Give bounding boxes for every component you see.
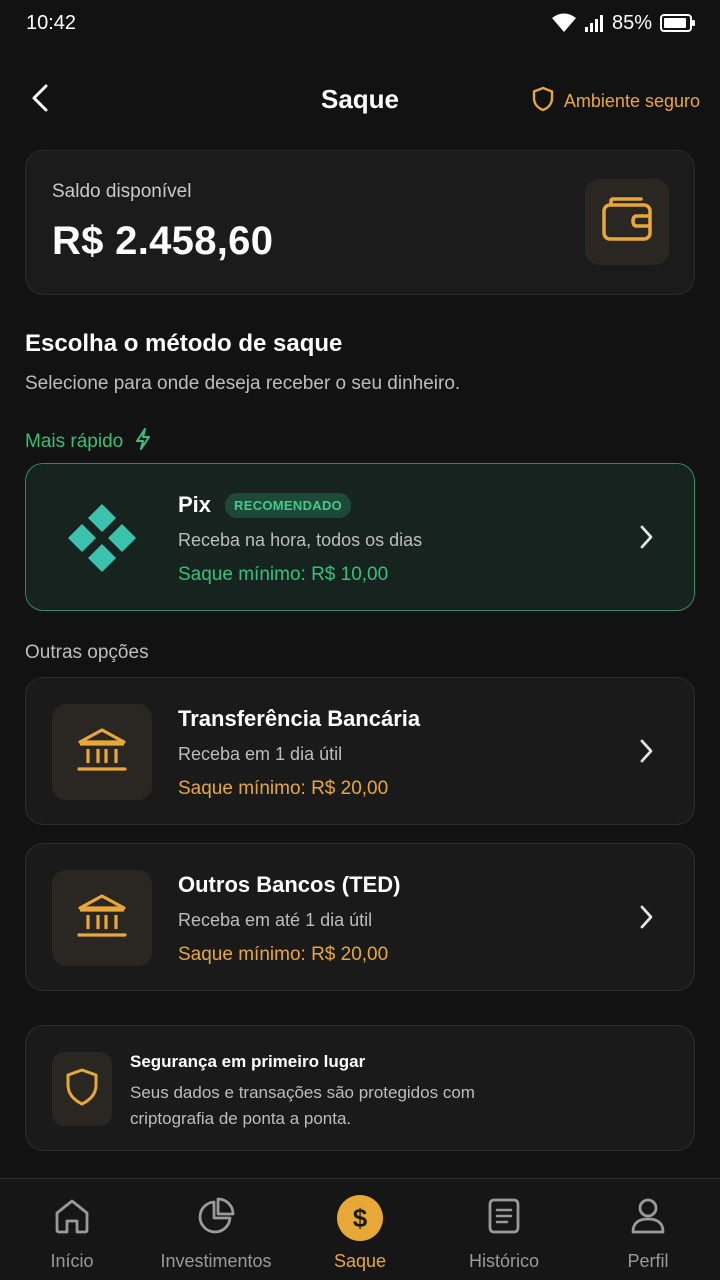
battery-icon bbox=[660, 13, 696, 33]
header: Saque Ambiente seguro bbox=[0, 70, 720, 130]
bank-transfer-minimum: Saque mínimo: R$ 20,00 bbox=[178, 778, 389, 799]
home-icon bbox=[53, 1197, 91, 1240]
nav-item-inicio[interactable]: Início bbox=[0, 1195, 144, 1272]
wifi-icon bbox=[551, 13, 576, 33]
nav-item-historico[interactable]: Histórico bbox=[432, 1195, 576, 1272]
chevron-right-icon bbox=[638, 904, 654, 935]
lightning-icon bbox=[135, 428, 151, 456]
balance-card: Saldo disponível R$ 2.458,60 bbox=[25, 150, 695, 295]
secure-environment: Ambiente seguro bbox=[532, 86, 700, 117]
status-time: 10:42 bbox=[26, 11, 77, 34]
nav-label: Saque bbox=[333, 1251, 387, 1271]
nav-label: Início bbox=[50, 1251, 94, 1271]
bank-transfer-title: Transferência Bancária bbox=[178, 706, 421, 731]
balance-label: Saldo disponível bbox=[52, 181, 192, 202]
secure-label: Ambiente seguro bbox=[563, 91, 700, 111]
fast-label: Mais rápido bbox=[25, 428, 151, 456]
shield-icon bbox=[65, 1067, 99, 1112]
fast-label-text: Mais rápido bbox=[25, 431, 124, 452]
status-bar: 10:42 85% bbox=[0, 0, 720, 46]
ted-option[interactable]: Outros Bancos (TED) Receba em até 1 dia … bbox=[25, 843, 695, 991]
ted-minimum: Saque mínimo: R$ 20,00 bbox=[178, 944, 389, 965]
ted-description: Receba em até 1 dia útil bbox=[178, 910, 373, 930]
bank-transfer-description: Receba em 1 dia útil bbox=[178, 744, 343, 764]
security-title: Segurança em primeiro lugar bbox=[130, 1052, 366, 1071]
dollar-icon: $ bbox=[337, 1195, 383, 1241]
nav-label: Investimentos bbox=[160, 1251, 272, 1271]
chevron-right-icon bbox=[638, 738, 654, 769]
section-title: Escolha o método de saque bbox=[25, 330, 343, 357]
other-options-label: Outras opções bbox=[25, 642, 149, 663]
section-subtitle: Selecione para onde deseja receber o seu… bbox=[25, 373, 461, 394]
pix-icon bbox=[66, 502, 138, 579]
pix-option[interactable]: Pix RECOMENDADO Receba na hora, todos os… bbox=[25, 463, 695, 611]
wallet-icon bbox=[601, 196, 653, 248]
bottom-nav: Início Investimentos $ Saque Histórico P… bbox=[0, 1178, 720, 1280]
bank-transfer-option[interactable]: Transferência Bancária Receba em 1 dia ú… bbox=[25, 677, 695, 825]
security-card: Segurança em primeiro lugar Seus dados e… bbox=[25, 1025, 695, 1151]
signal-icon bbox=[584, 13, 604, 33]
nav-label: Perfil bbox=[627, 1251, 669, 1271]
ted-title: Outros Bancos (TED) bbox=[178, 872, 401, 897]
shield-icon bbox=[532, 86, 554, 117]
bank-icon bbox=[76, 892, 128, 945]
pix-title: Pix bbox=[178, 492, 212, 517]
balance-value: R$ 2.458,60 bbox=[52, 219, 274, 263]
chevron-right-icon bbox=[638, 524, 654, 555]
nav-item-perfil[interactable]: Perfil bbox=[576, 1195, 720, 1272]
recommended-badge: RECOMENDADO bbox=[225, 492, 352, 518]
bank-icon bbox=[76, 726, 128, 779]
nav-item-saque[interactable]: $ Saque bbox=[288, 1195, 432, 1272]
pie-chart-icon bbox=[197, 1197, 235, 1240]
nav-item-investimentos[interactable]: Investimentos bbox=[144, 1195, 288, 1272]
document-icon bbox=[487, 1197, 521, 1240]
wallet-icon-box bbox=[585, 179, 669, 265]
security-text: Seus dados e transações são protegidos c… bbox=[130, 1083, 475, 1128]
nav-label: Histórico bbox=[468, 1251, 539, 1271]
battery-percent: 85% bbox=[611, 11, 652, 34]
pix-description: Receba na hora, todos os dias bbox=[178, 530, 423, 550]
pix-minimum: Saque mínimo: R$ 10,00 bbox=[178, 564, 389, 585]
user-icon bbox=[630, 1197, 666, 1240]
